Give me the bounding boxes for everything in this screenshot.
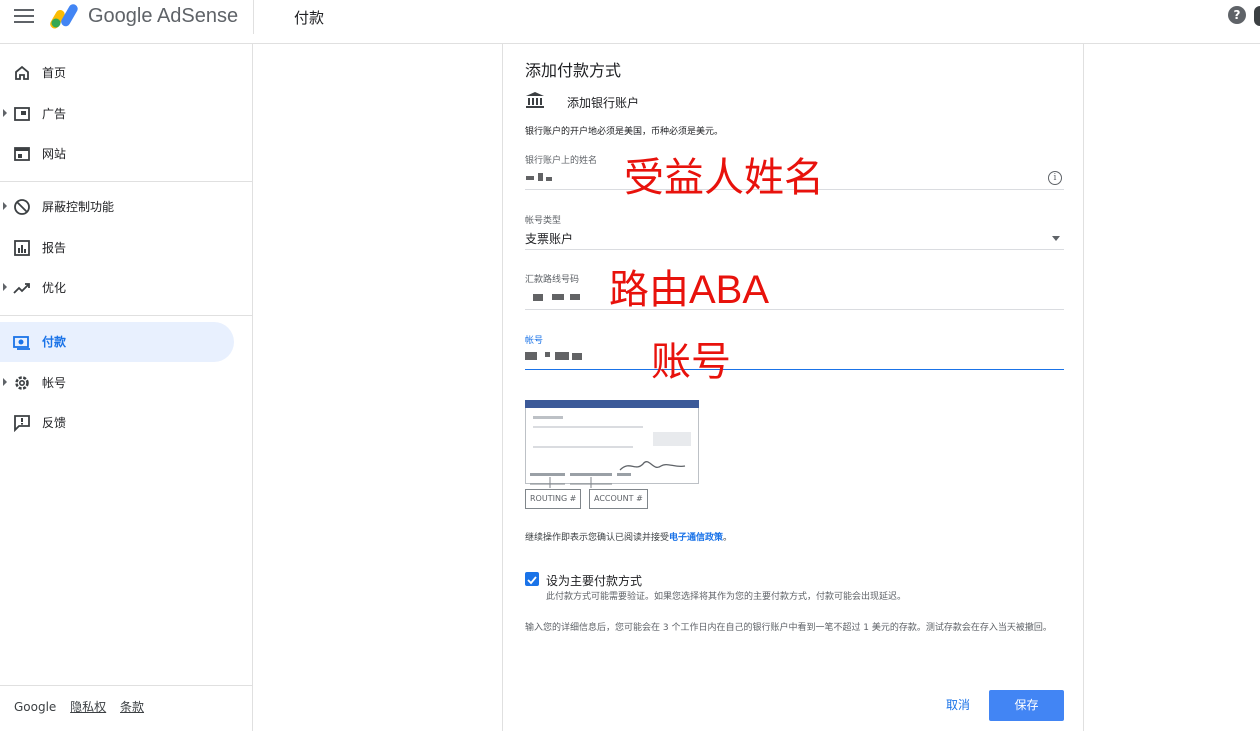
routing-number-field[interactable]: 汇款路线号码 <box>525 269 1064 310</box>
redacted-value <box>545 352 550 357</box>
redacted-value <box>538 173 543 181</box>
chevron-down-icon <box>1052 236 1060 241</box>
header-divider <box>253 0 254 34</box>
save-button[interactable]: 保存 <box>989 690 1064 721</box>
sidebar-item-blocking-controls[interactable]: 屏蔽控制功能 <box>0 187 234 227</box>
expand-arrow-icon <box>3 378 7 386</box>
account-number-field[interactable]: 帐号 <box>525 330 1064 370</box>
deposit-note: 输入您的详细信息后，您可能会在 3 个工作日内在自己的银行账户中看到一笔不超过 … <box>525 623 1052 633</box>
annotation-account-number: 账号 <box>651 339 731 385</box>
help-icon[interactable]: ? <box>1228 6 1246 24</box>
terms-link[interactable]: 条款 <box>120 700 144 714</box>
sidebar-item-label: 首页 <box>42 66 67 80</box>
redacted-value <box>572 353 582 360</box>
sidebar-divider <box>0 181 253 182</box>
primary-payment-label: 设为主要付款方式 <box>546 574 643 588</box>
sidebar-item-ads[interactable]: 广告 <box>0 94 234 134</box>
redacted-value <box>570 294 580 300</box>
bank-notice: 银行账户的开户地必须是美国，币种必须是美元。 <box>525 127 724 137</box>
sites-icon <box>14 147 30 161</box>
annotation-routing-aba: 路由ABA <box>609 268 770 312</box>
brand-name: Google AdSense <box>88 5 239 27</box>
reports-icon <box>14 240 30 256</box>
field-label: 汇款路线号码 <box>525 275 580 285</box>
e-communication-policy-link[interactable]: 电子通信政策 <box>669 533 723 543</box>
sidebar-item-label: 优化 <box>42 281 67 295</box>
agreement-text: 继续操作即表示您确认已阅读并接受电子通信政策。 <box>525 530 732 543</box>
field-value: 支票账户 <box>525 232 574 246</box>
agreement-suffix: 。 <box>723 533 733 543</box>
sidebar-item-label: 屏蔽控制功能 <box>42 200 115 214</box>
sidebar-item-label: 报告 <box>42 241 67 255</box>
sidebar-divider <box>0 685 253 686</box>
account-tag: ACCOUNT # <box>589 489 648 509</box>
primary-payment-sublabel: 此付款方式可能需要验证。如果您选择将其作为您的主要付款方式，付款可能会出现延迟。 <box>546 592 907 602</box>
payments-icon <box>13 336 30 350</box>
sidebar-item-payments[interactable]: 付款 <box>0 322 234 362</box>
page-title: 付款 <box>294 9 325 27</box>
checkmark-icon <box>527 576 537 585</box>
sidebar-footer: Google 隐私权 条款 <box>14 698 154 715</box>
annotation-beneficiary-name: 受益人姓名 <box>624 155 824 201</box>
redacted-value <box>555 352 569 360</box>
redacted-value <box>533 294 543 301</box>
menu-icon[interactable] <box>14 9 34 25</box>
field-label: 帐号 <box>525 336 544 346</box>
avatar[interactable] <box>1254 6 1260 26</box>
field-label: 帐号类型 <box>525 216 562 226</box>
sidebar-item-sites[interactable]: 网站 <box>0 134 234 174</box>
optimization-icon <box>13 283 30 294</box>
info-icon[interactable]: i <box>1048 171 1062 185</box>
agreement-prefix: 继续操作即表示您确认已阅读并接受 <box>525 533 670 543</box>
expand-arrow-icon <box>3 283 7 291</box>
redacted-value <box>546 177 552 181</box>
redacted-value <box>552 294 564 300</box>
sidebar-item-optimization[interactable]: 优化 <box>0 268 234 308</box>
footer-brand: Google <box>14 700 57 714</box>
sidebar: 首页 广告 网站 屏蔽控制功能 报告 优化 付款 帐号 反馈 Google 隐私… <box>0 44 253 731</box>
bank-icon <box>526 92 544 108</box>
gear-icon <box>15 376 29 390</box>
redacted-value <box>525 352 537 360</box>
sidebar-item-feedback[interactable]: 反馈 <box>0 403 234 443</box>
sidebar-item-label: 广告 <box>42 107 67 121</box>
adsense-logo <box>50 4 78 29</box>
sidebar-divider <box>0 315 253 316</box>
sidebar-item-account[interactable]: 帐号 <box>0 363 234 403</box>
add-payment-panel: 添加付款方式 添加银行账户 银行账户的开户地必须是美国，币种必须是美元。 银行账… <box>502 44 1084 731</box>
panel-title: 添加付款方式 <box>525 61 622 80</box>
cancel-button[interactable]: 取消 <box>935 694 981 716</box>
primary-payment-checkbox[interactable] <box>525 572 539 586</box>
sidebar-item-label: 付款 <box>42 335 67 349</box>
home-icon <box>15 65 29 80</box>
redacted-value <box>526 176 534 180</box>
sidebar-item-label: 帐号 <box>42 376 67 390</box>
ads-icon <box>14 107 30 121</box>
block-icon <box>14 199 30 215</box>
sidebar-item-label: 网站 <box>42 147 67 161</box>
payment-method-label: 添加银行账户 <box>567 96 640 110</box>
routing-tag: ROUTING # <box>525 489 582 509</box>
sidebar-item-reports[interactable]: 报告 <box>0 228 234 268</box>
account-type-select[interactable]: 帐号类型 支票账户 <box>525 210 1064 250</box>
top-bar: Google AdSense 付款 ? <box>0 0 1260 44</box>
expand-arrow-icon <box>3 109 7 117</box>
feedback-icon <box>14 415 30 432</box>
sidebar-item-home[interactable]: 首页 <box>0 53 234 93</box>
privacy-link[interactable]: 隐私权 <box>70 700 106 714</box>
sidebar-item-label: 反馈 <box>42 416 67 430</box>
field-label: 银行账户上的姓名 <box>525 156 598 166</box>
expand-arrow-icon <box>3 202 7 210</box>
